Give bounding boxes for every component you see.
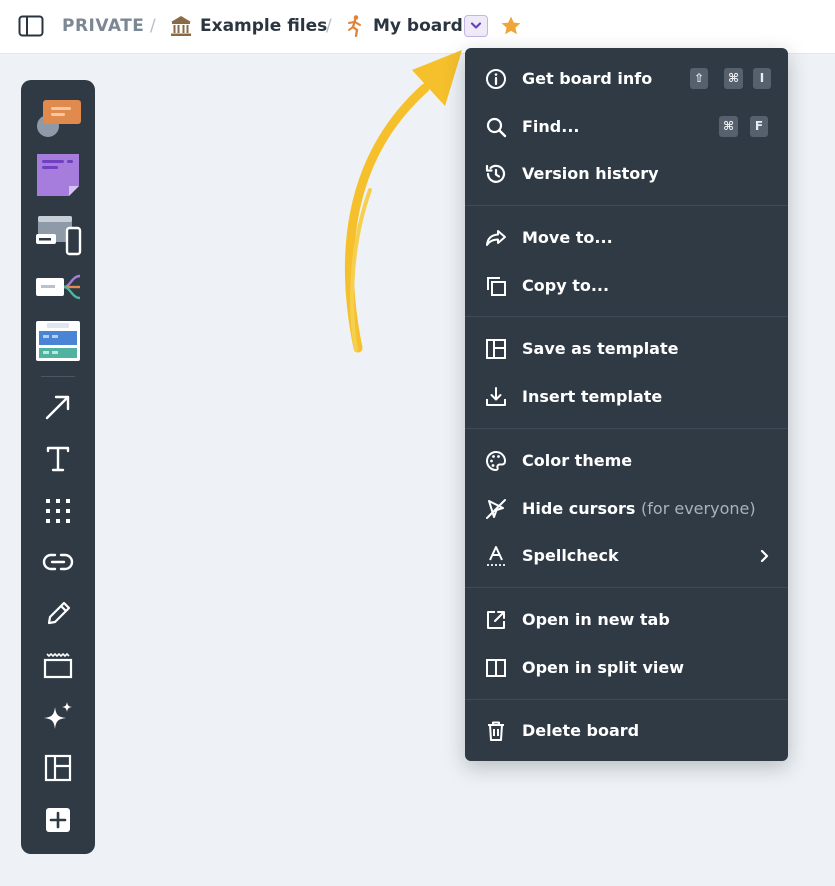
- breadcrumb-folder[interactable]: Example files: [200, 16, 327, 36]
- layout-template-icon[interactable]: [21, 754, 95, 782]
- menu-item-label: Move to...: [522, 228, 613, 247]
- menu-item-version-history[interactable]: Version history: [465, 152, 788, 196]
- menu-divider: [465, 428, 788, 429]
- menu-item-label: Copy to...: [522, 276, 610, 295]
- menu-item-label: Open in split view: [522, 658, 685, 677]
- trash-icon: [484, 719, 508, 743]
- pencil-icon[interactable]: [21, 598, 95, 628]
- breadcrumb-separator: /: [150, 16, 156, 36]
- palette-icon: [484, 449, 508, 473]
- breadcrumb-separator: /: [326, 16, 332, 36]
- cursor-off-icon: [484, 497, 508, 521]
- shortcut-key: ⇧: [690, 68, 709, 89]
- ai-sparkle-icon[interactable]: [21, 701, 95, 731]
- arrow-line-icon[interactable]: [21, 393, 95, 421]
- menu-item-copy-to[interactable]: Copy to...: [465, 264, 788, 308]
- share-arrow-icon: [484, 226, 508, 250]
- menu-item-label: Open in new tab: [522, 610, 670, 629]
- menu-item-find[interactable]: Find...: [465, 105, 788, 149]
- add-more-icon[interactable]: [21, 807, 95, 833]
- menu-divider: [465, 587, 788, 588]
- menu-item-open-in-new-tab[interactable]: Open in new tab: [465, 598, 788, 642]
- toolbar-divider: [41, 376, 75, 377]
- history-icon: [484, 162, 508, 186]
- creation-toolbar: [21, 80, 95, 854]
- menu-item-suffix: (for everyone): [641, 499, 756, 518]
- menu-item-label: Save as template: [522, 339, 679, 358]
- board-options-menu: Get board info ⇧ ⌘ I Find... ⌘ F Version…: [465, 48, 788, 761]
- shortcut-key: F: [750, 116, 768, 137]
- mind-map-icon[interactable]: [21, 270, 95, 304]
- menu-divider: [465, 316, 788, 317]
- menu-item-label: Color theme: [522, 451, 633, 470]
- menu-item-color-theme[interactable]: Color theme: [465, 439, 788, 483]
- frame-icon[interactable]: [21, 651, 95, 679]
- menu-item-label: Find...: [522, 117, 580, 136]
- menu-item-label: Delete board: [522, 721, 640, 740]
- grid-icon[interactable]: [21, 497, 95, 525]
- sticky-note-icon[interactable]: [21, 152, 95, 198]
- spellcheck-icon: [484, 544, 508, 568]
- menu-item-move-to[interactable]: Move to...: [465, 216, 788, 260]
- download-tray-icon: [484, 385, 508, 409]
- chevron-down-icon: [470, 22, 482, 29]
- kanban-template-icon[interactable]: [21, 320, 95, 362]
- chevron-right-icon: [757, 548, 771, 564]
- menu-item-hide-cursors[interactable]: Hide cursors (for everyone): [465, 487, 788, 531]
- text-icon[interactable]: [21, 445, 95, 473]
- breadcrumb-board[interactable]: My board: [373, 16, 463, 36]
- menu-item-spellcheck[interactable]: Spellcheck: [465, 534, 788, 578]
- menu-divider: [465, 699, 788, 700]
- link-icon[interactable]: [21, 549, 95, 575]
- breadcrumb-workspace[interactable]: PRIVATE: [62, 16, 144, 36]
- pointer-arrow-annotation: [344, 50, 462, 353]
- menu-item-insert-template[interactable]: Insert template: [465, 375, 788, 419]
- copy-icon: [484, 274, 508, 298]
- menu-item-delete-board[interactable]: Delete board: [465, 709, 788, 753]
- comment-cards-icon[interactable]: [21, 98, 95, 138]
- board-menu-button[interactable]: [464, 15, 488, 37]
- star-icon[interactable]: [499, 14, 523, 38]
- menu-item-label: Get board info: [522, 69, 653, 88]
- menu-item-save-as-template[interactable]: Save as template: [465, 327, 788, 371]
- split-view-icon: [484, 656, 508, 680]
- menu-item-label: Hide cursors (for everyone): [522, 499, 756, 518]
- menu-item-label: Version history: [522, 164, 659, 183]
- shortcut-key: ⌘: [719, 116, 739, 137]
- template-layout-icon: [484, 337, 508, 361]
- running-figure-icon: [344, 14, 366, 38]
- bank-building-icon: [170, 14, 192, 38]
- external-link-icon: [484, 608, 508, 632]
- menu-divider: [465, 205, 788, 206]
- menu-item-label: Spellcheck: [522, 546, 619, 565]
- shortcut-key: ⌘: [724, 68, 744, 89]
- device-mockup-icon[interactable]: [21, 214, 95, 256]
- shortcut-key: I: [753, 68, 771, 89]
- info-icon: [484, 67, 508, 91]
- menu-item-label: Insert template: [522, 387, 663, 406]
- menu-item-open-in-split-view[interactable]: Open in split view: [465, 646, 788, 690]
- sidebar-panel-icon[interactable]: [18, 15, 44, 37]
- search-icon: [484, 115, 508, 139]
